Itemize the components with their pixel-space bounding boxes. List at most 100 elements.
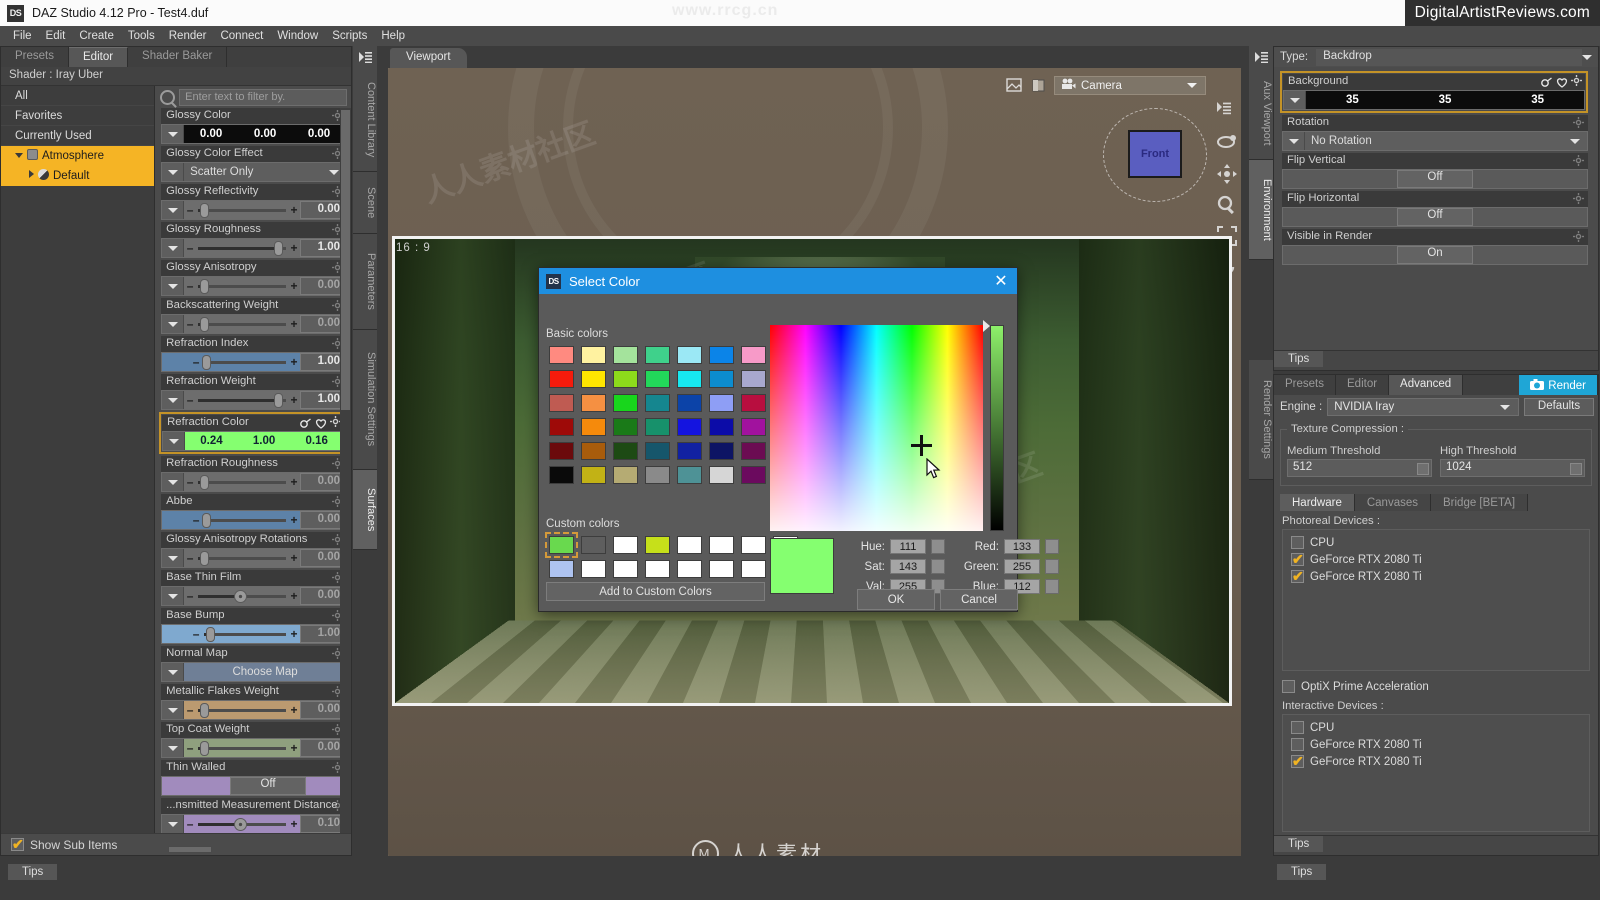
color-swatch[interactable] (741, 560, 766, 578)
menu-item-connect[interactable]: Connect (213, 28, 270, 44)
tab-editor[interactable]: Editor (69, 47, 129, 67)
optix-checkbox[interactable] (1282, 680, 1295, 693)
toggle-button[interactable]: On (1397, 246, 1473, 264)
property-action-icons[interactable] (1541, 75, 1582, 89)
device-row[interactable]: CPU (1283, 719, 1589, 736)
color-swatch[interactable] (581, 466, 606, 484)
tab-shader-baker[interactable]: Shader Baker (128, 47, 228, 67)
increment-button[interactable]: + (288, 393, 300, 407)
decrement-button[interactable]: – (184, 551, 196, 565)
slider-track[interactable] (198, 817, 286, 831)
color-swatch[interactable] (613, 536, 638, 554)
status-tips-left[interactable]: Tips (8, 864, 58, 880)
slider-handle[interactable] (200, 474, 210, 490)
decrement-button[interactable]: – (184, 393, 196, 407)
decrement-button[interactable]: – (184, 317, 196, 331)
color-swatch[interactable] (581, 394, 606, 412)
color-swatch[interactable] (645, 466, 670, 484)
menu-icon[interactable] (1217, 102, 1235, 120)
decrement-button[interactable]: – (184, 279, 196, 293)
filter-input[interactable]: Enter text to filter by. (179, 88, 347, 106)
property-control[interactable]: – +0.00 (161, 472, 347, 492)
color-swatch[interactable] (613, 560, 638, 578)
color-swatch[interactable] (581, 346, 606, 364)
increment-button[interactable]: + (288, 627, 300, 641)
increment-button[interactable]: + (288, 317, 300, 331)
property-control[interactable]: – +0.00 (161, 314, 347, 334)
expand-dropdown-button[interactable] (162, 815, 185, 833)
color-value-field[interactable]: 35 35 35 (1306, 91, 1584, 109)
expand-dropdown-button[interactable] (1284, 91, 1306, 109)
color-swatch[interactable] (741, 418, 766, 436)
slider-handle[interactable] (202, 354, 212, 370)
stepper-icon[interactable] (931, 539, 945, 554)
slider-track[interactable] (198, 702, 286, 718)
color-swatch[interactable] (741, 346, 766, 364)
color-swatch[interactable] (545, 532, 578, 558)
slider-handle[interactable] (200, 702, 210, 718)
color-swatch[interactable] (613, 370, 638, 388)
color-swatch[interactable] (741, 394, 766, 412)
property-slider[interactable]: – + (184, 739, 300, 757)
chevron-down-icon[interactable] (1187, 83, 1197, 88)
decrement-button[interactable]: – (190, 513, 202, 527)
slider-track[interactable] (198, 589, 286, 603)
decrement-button[interactable]: – (184, 817, 196, 831)
vtab-surfaces[interactable]: Surfaces (353, 470, 377, 550)
property-control[interactable]: 0.24 1.00 0.16 (162, 431, 344, 451)
device-checkbox[interactable] (1291, 753, 1304, 770)
expand-dropdown-button[interactable] (162, 125, 185, 143)
status-tips-right[interactable]: Tips (1277, 864, 1327, 880)
menu-item-create[interactable]: Create (72, 28, 121, 44)
expand-dropdown-button[interactable] (162, 277, 185, 295)
increment-button[interactable]: + (288, 241, 300, 255)
stepper-icon[interactable] (1045, 539, 1059, 554)
color-value-field[interactable]: 0.24 1.00 0.16 (185, 432, 343, 450)
property-combo[interactable]: Scatter Only (184, 163, 346, 181)
red-input[interactable]: 133 (1004, 539, 1040, 554)
panel-resize-handle[interactable] (168, 846, 212, 853)
color-swatch[interactable] (709, 466, 734, 484)
device-row[interactable]: CPU (1283, 534, 1589, 551)
panel-menu-icon[interactable] (353, 46, 377, 68)
tab-viewport[interactable]: Viewport (390, 48, 467, 68)
optix-row[interactable]: OptiX Prime Acceleration (1274, 677, 1598, 696)
property-control[interactable]: Off (1282, 207, 1588, 227)
value-slider-handle-icon[interactable] (983, 320, 990, 332)
slider-track[interactable] (202, 354, 286, 370)
toggle-button[interactable]: Off (230, 777, 307, 795)
color-value-field[interactable]: 0.00 0.00 0.00 (184, 125, 346, 143)
tips-tab[interactable]: Tips (1274, 836, 1324, 852)
property-control[interactable]: – +0.00 (161, 276, 347, 296)
menu-item-help[interactable]: Help (374, 28, 412, 44)
menu-item-edit[interactable]: Edit (39, 28, 73, 44)
vtab-content-library[interactable]: Content Library (353, 68, 377, 172)
slider-handle[interactable] (200, 202, 210, 218)
slider-track[interactable] (198, 240, 286, 256)
property-slider[interactable]: – + (190, 625, 300, 643)
stepper-icon[interactable] (1570, 463, 1582, 475)
color-swatch[interactable] (741, 466, 766, 484)
expand-dropdown-button[interactable] (162, 701, 185, 719)
color-swatch[interactable] (645, 560, 670, 578)
property-control[interactable]: – +0.00 (161, 510, 347, 530)
expand-dropdown-button[interactable] (162, 163, 185, 181)
expand-dropdown-button[interactable] (162, 473, 185, 491)
tab-hardware[interactable]: Hardware (1280, 494, 1355, 511)
slider-track[interactable] (198, 278, 286, 294)
property-slider[interactable]: – + (184, 277, 300, 295)
expand-dropdown-button[interactable] (162, 549, 185, 567)
ok-button[interactable]: OK (857, 589, 935, 610)
property-action-icons[interactable] (300, 416, 341, 430)
slider-handle[interactable] (200, 740, 210, 756)
property-control[interactable]: – +1.00 (161, 238, 347, 258)
tab-render-advanced[interactable]: Advanced (1389, 375, 1464, 395)
color-swatch[interactable] (645, 346, 670, 364)
expand-dropdown-button[interactable] (163, 432, 186, 450)
increment-button[interactable]: + (288, 475, 300, 489)
property-control[interactable]: – +0.00 (161, 586, 347, 606)
sat-input[interactable]: 143 (890, 559, 926, 574)
property-control[interactable]: 0.00 0.00 0.00 (161, 124, 347, 144)
increment-button[interactable]: + (288, 703, 300, 717)
color-swatch[interactable] (677, 370, 702, 388)
